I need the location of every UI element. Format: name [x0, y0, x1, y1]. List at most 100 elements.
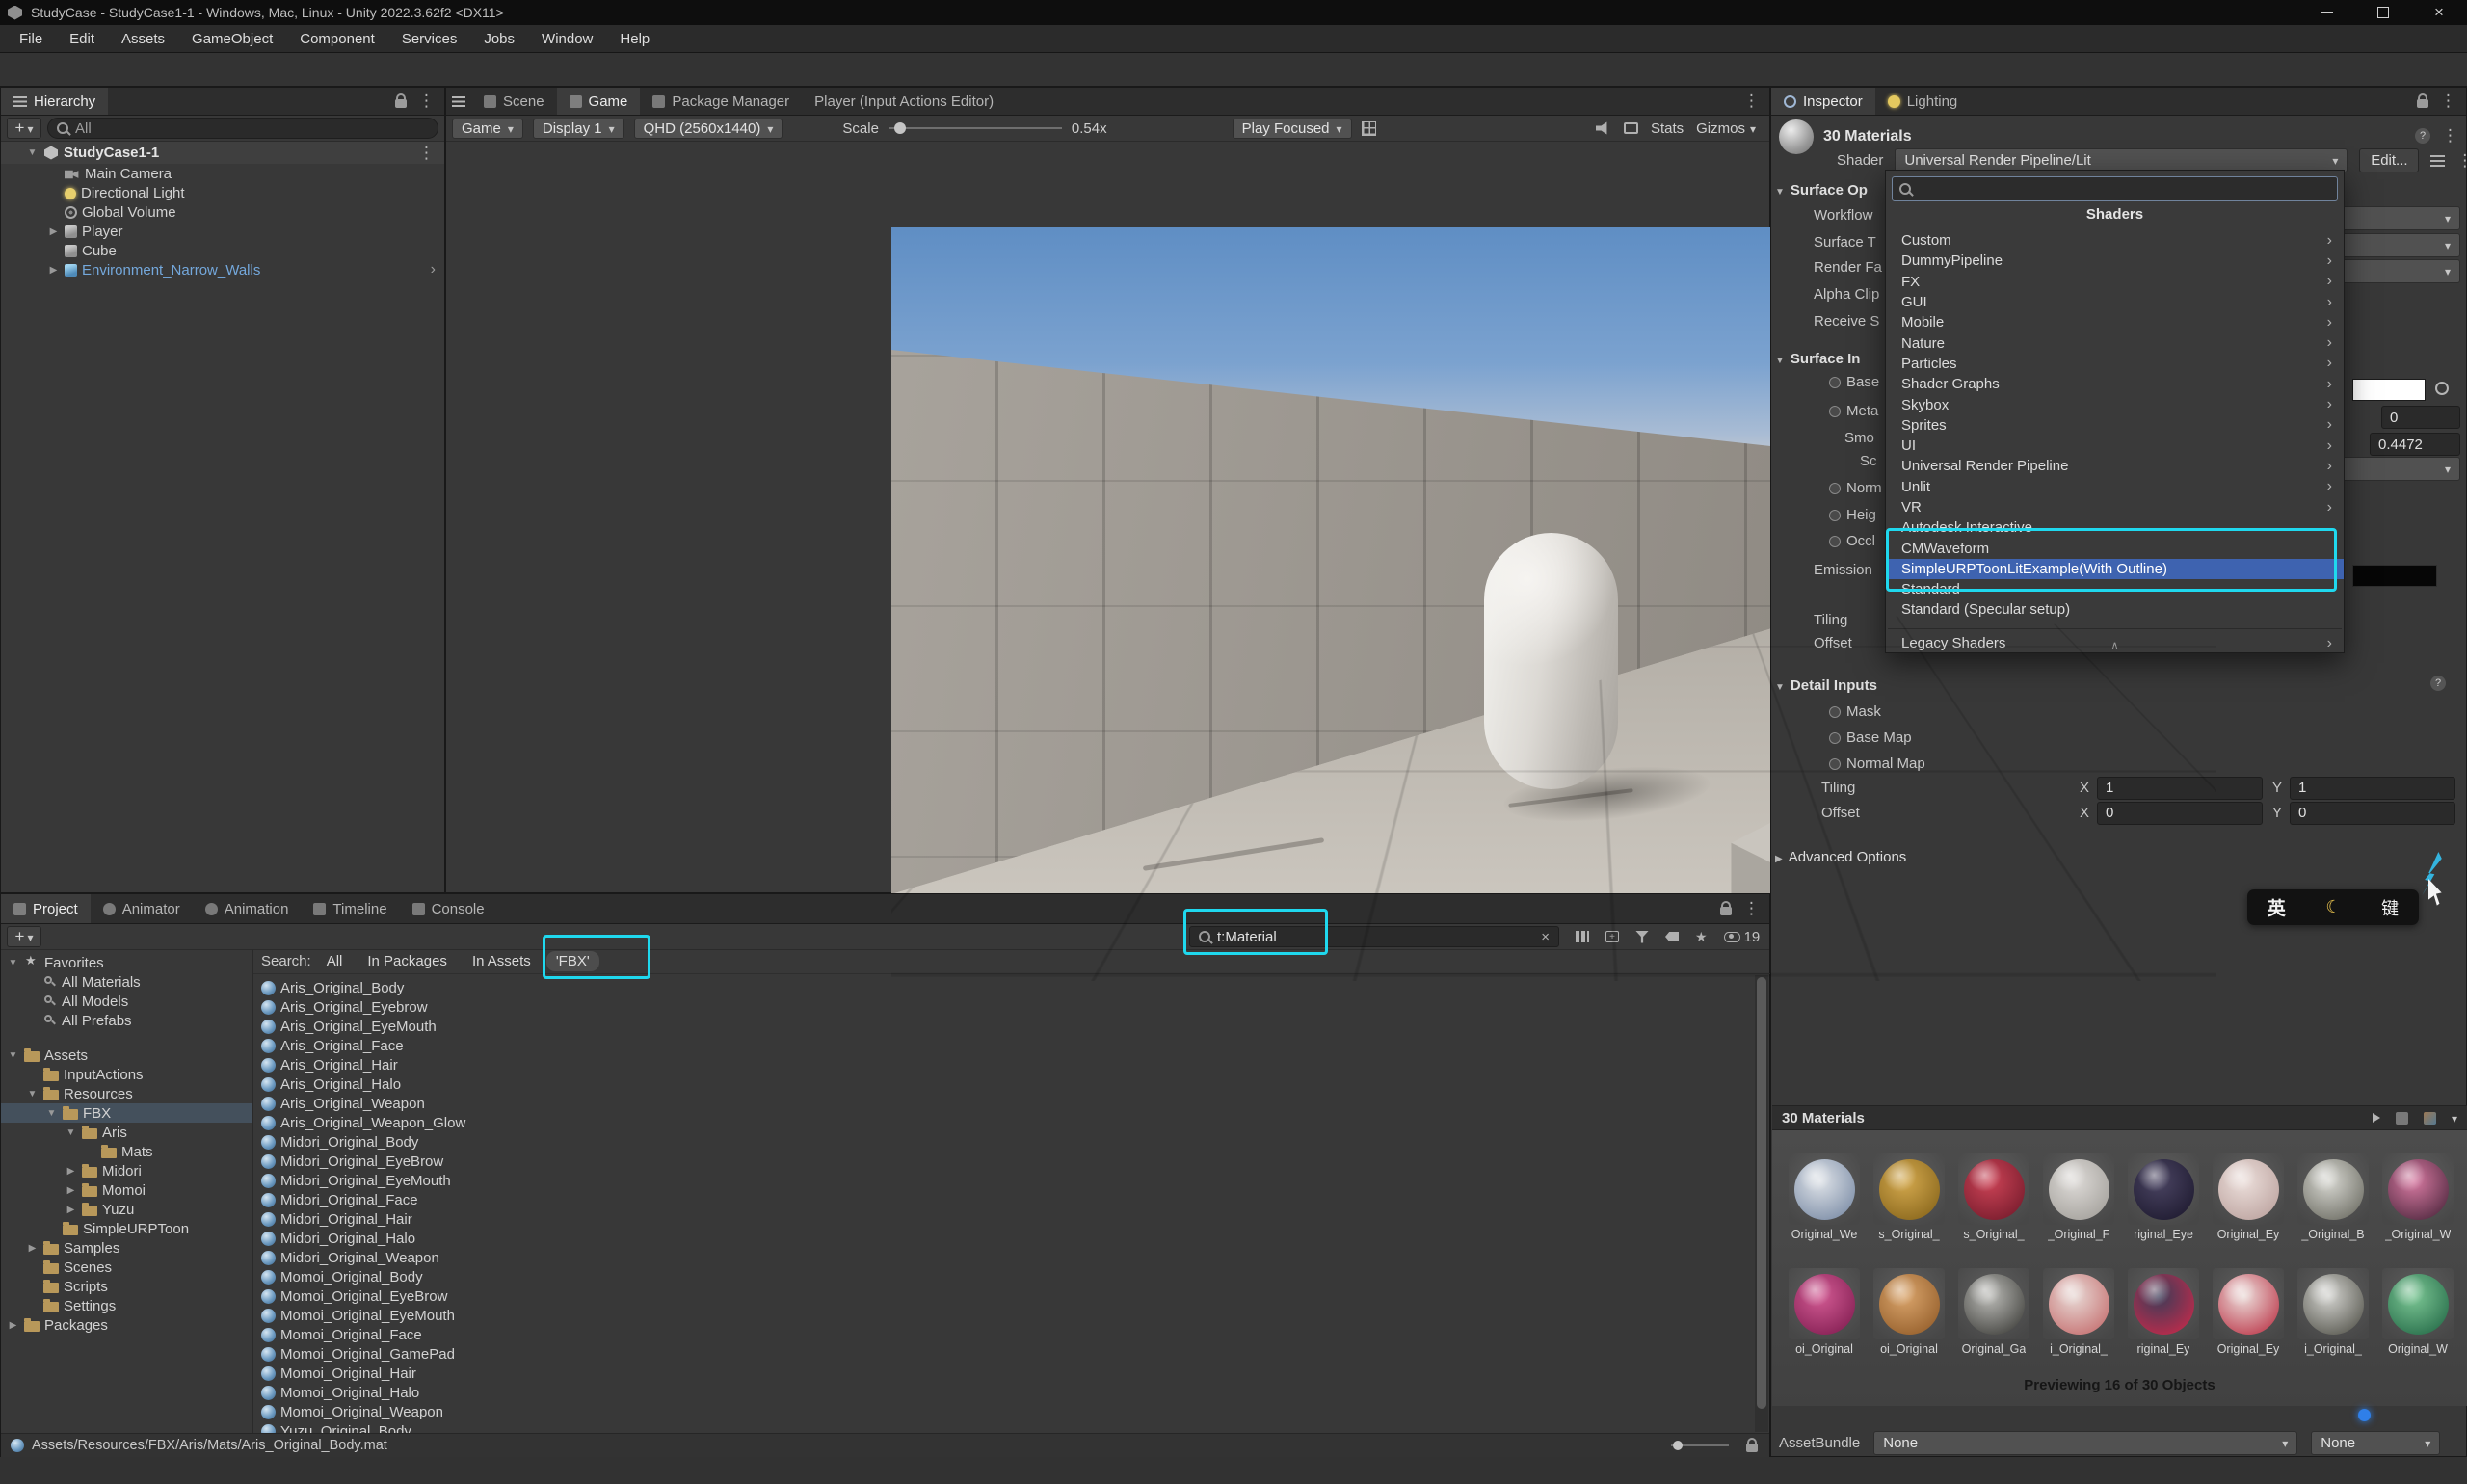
lock-icon[interactable]: [1746, 1444, 1758, 1452]
panel-menu-icon[interactable]: [2440, 92, 2456, 111]
ime-moon-icon[interactable]: ☾: [2325, 897, 2341, 917]
emission-color-swatch[interactable]: [2352, 565, 2437, 587]
asset-row[interactable]: Midori_Original_Weapon: [253, 1248, 1754, 1267]
tab-project[interactable]: Project: [1, 894, 91, 923]
folder-tree-row[interactable]: Scripts: [1, 1277, 252, 1296]
menu-item[interactable]: Assets: [108, 25, 178, 52]
material-preview[interactable]: i_Original_: [2036, 1268, 2121, 1358]
lock-icon[interactable]: [2417, 99, 2428, 108]
asset-row[interactable]: Aris_Original_Weapon: [253, 1094, 1754, 1113]
shader-row-menu-icon[interactable]: [2456, 151, 2467, 171]
folder-tree-row[interactable]: All Prefabs: [1, 1011, 252, 1030]
tab-inspector[interactable]: Inspector: [1771, 88, 1875, 115]
shader-menu-item[interactable]: FX ›: [1886, 272, 2344, 292]
hierarchy-item[interactable]: Main Camera: [1, 164, 444, 183]
material-preview[interactable]: i_Original_: [2291, 1268, 2375, 1358]
asset-row[interactable]: Aris_Original_Hair: [253, 1055, 1754, 1074]
foldout-icon[interactable]: [1775, 351, 1785, 367]
minimize-button[interactable]: [2299, 0, 2355, 25]
notification-dot[interactable]: [2358, 1409, 2371, 1421]
folder-tree-row[interactable]: ▶ Samples: [1, 1238, 252, 1258]
ime-bar[interactable]: 英 ☾ 键: [2247, 889, 2419, 925]
menu-scroll-indicator[interactable]: ∧: [1886, 639, 2344, 651]
tiling-x-field[interactable]: 1: [2097, 777, 2263, 800]
header-menu-icon[interactable]: [2442, 126, 2458, 146]
panel-menu-icon[interactable]: [418, 92, 435, 111]
shader-menu-search-input[interactable]: [1892, 176, 2338, 201]
material-preview[interactable]: Original_Ey: [2206, 1268, 2291, 1358]
hidden-count-toggle[interactable]: 19: [1724, 929, 1761, 945]
gizmos-dropdown[interactable]: Gizmos: [1696, 120, 1756, 137]
material-preview[interactable]: Original_We: [1782, 1153, 1867, 1243]
fullscreen-grid-icon[interactable]: [1362, 121, 1376, 136]
material-preview[interactable]: s_Original_: [1951, 1153, 2036, 1243]
game-display-mode-dropdown[interactable]: Game: [452, 119, 523, 139]
folder-tree-row[interactable]: Mats: [1, 1142, 252, 1161]
tab-animation[interactable]: Animation: [193, 894, 302, 923]
maximize-button[interactable]: [2355, 0, 2411, 25]
menu-item[interactable]: Component: [286, 25, 388, 52]
menu-item[interactable]: Window: [528, 25, 606, 52]
folder-tree-row[interactable]: ▼ Aris: [1, 1123, 252, 1142]
menu-item[interactable]: Edit: [56, 25, 108, 52]
asset-row[interactable]: Midori_Original_Body: [253, 1132, 1754, 1152]
mute-audio-icon[interactable]: [1596, 121, 1611, 135]
material-preview[interactable]: s_Original_: [1867, 1153, 1951, 1243]
hierarchy-item[interactable]: Cube: [1, 241, 444, 260]
texture-slot-icon[interactable]: [1829, 536, 1841, 547]
resolution-dropdown[interactable]: QHD (2560x1440): [634, 119, 783, 139]
columns-icon[interactable]: [1576, 931, 1589, 942]
create-object-button[interactable]: [7, 118, 41, 139]
foldout-icon[interactable]: [1775, 849, 1783, 865]
tab-hierarchy[interactable]: Hierarchy: [1, 88, 108, 115]
tab-animator[interactable]: Animator: [91, 894, 193, 923]
asset-row[interactable]: Momoi_Original_Face: [253, 1325, 1754, 1344]
close-button[interactable]: [2411, 0, 2467, 25]
materials-preview-header[interactable]: 30 Materials: [1772, 1105, 2467, 1130]
menu-item[interactable]: File: [6, 25, 56, 52]
material-preview[interactable]: oi_Original: [1782, 1268, 1867, 1358]
hierarchy-item[interactable]: ▶ Environment_Narrow_Walls ›: [1, 260, 444, 279]
hierarchy-search-input[interactable]: All: [47, 118, 438, 139]
material-preview[interactable]: Original_Ga: [1951, 1268, 2036, 1358]
shader-menu-item[interactable]: Particles ›: [1886, 354, 2344, 374]
shader-menu-item[interactable]: Nature ›: [1886, 332, 2344, 353]
shader-menu-item[interactable]: Custom ›: [1886, 230, 2344, 251]
texture-slot-icon[interactable]: [1829, 483, 1841, 494]
display-dropdown[interactable]: Display 1: [533, 119, 624, 139]
asset-row[interactable]: Momoi_Original_EyeMouth: [253, 1306, 1754, 1325]
foldout-icon[interactable]: [1775, 182, 1785, 199]
material-preview[interactable]: _Original_W: [2375, 1153, 2460, 1243]
material-preview[interactable]: Original_Ey: [2206, 1153, 2291, 1243]
asset-row[interactable]: Aris_Original_Weapon_Glow: [253, 1113, 1754, 1132]
ime-keyboard[interactable]: 键: [2381, 895, 2399, 920]
texture-slot-icon[interactable]: [1829, 510, 1841, 521]
asset-row[interactable]: Midori_Original_Halo: [253, 1229, 1754, 1248]
texture-slot-icon[interactable]: [1829, 732, 1841, 744]
help-icon[interactable]: [2430, 676, 2446, 691]
scale-slider-thumb[interactable]: [894, 122, 906, 134]
texture-slot-icon[interactable]: [1829, 406, 1841, 417]
asset-row[interactable]: Momoi_Original_Weapon: [253, 1402, 1754, 1421]
scale-slider[interactable]: [889, 127, 1062, 129]
asset-row[interactable]: Momoi_Original_Body: [253, 1267, 1754, 1286]
filter-label-icon[interactable]: [1665, 932, 1679, 941]
assetbundle-variant-dropdown[interactable]: None: [2311, 1431, 2440, 1455]
tab-scene[interactable]: Scene: [471, 88, 557, 115]
create-asset-button[interactable]: [7, 926, 41, 947]
folder-tree-row[interactable]: ▶ Yuzu: [1, 1200, 252, 1219]
hierarchy-item[interactable]: Global Volume: [1, 202, 444, 222]
hierarchy-item[interactable]: Directional Light: [1, 183, 444, 202]
shader-menu-item[interactable]: GUI ›: [1886, 292, 2344, 312]
tab-player-input-actions[interactable]: Player (Input Actions Editor): [802, 88, 1006, 115]
material-preview[interactable]: riginal_Ey: [2121, 1268, 2206, 1358]
scrollbar-thumb[interactable]: [1757, 977, 1766, 1409]
folder-tree-row[interactable]: InputActions: [1, 1065, 252, 1084]
lock-icon[interactable]: [1720, 907, 1732, 915]
folder-tree-row[interactable]: ▶ Packages: [1, 1315, 252, 1335]
folder-tree-row[interactable]: Settings: [1, 1296, 252, 1315]
favorites-filter-icon[interactable]: [1695, 929, 1708, 945]
metallic-field[interactable]: 0: [2381, 406, 2460, 429]
color-picker-icon[interactable]: [2435, 382, 2449, 395]
scrollbar[interactable]: [1755, 975, 1768, 1432]
